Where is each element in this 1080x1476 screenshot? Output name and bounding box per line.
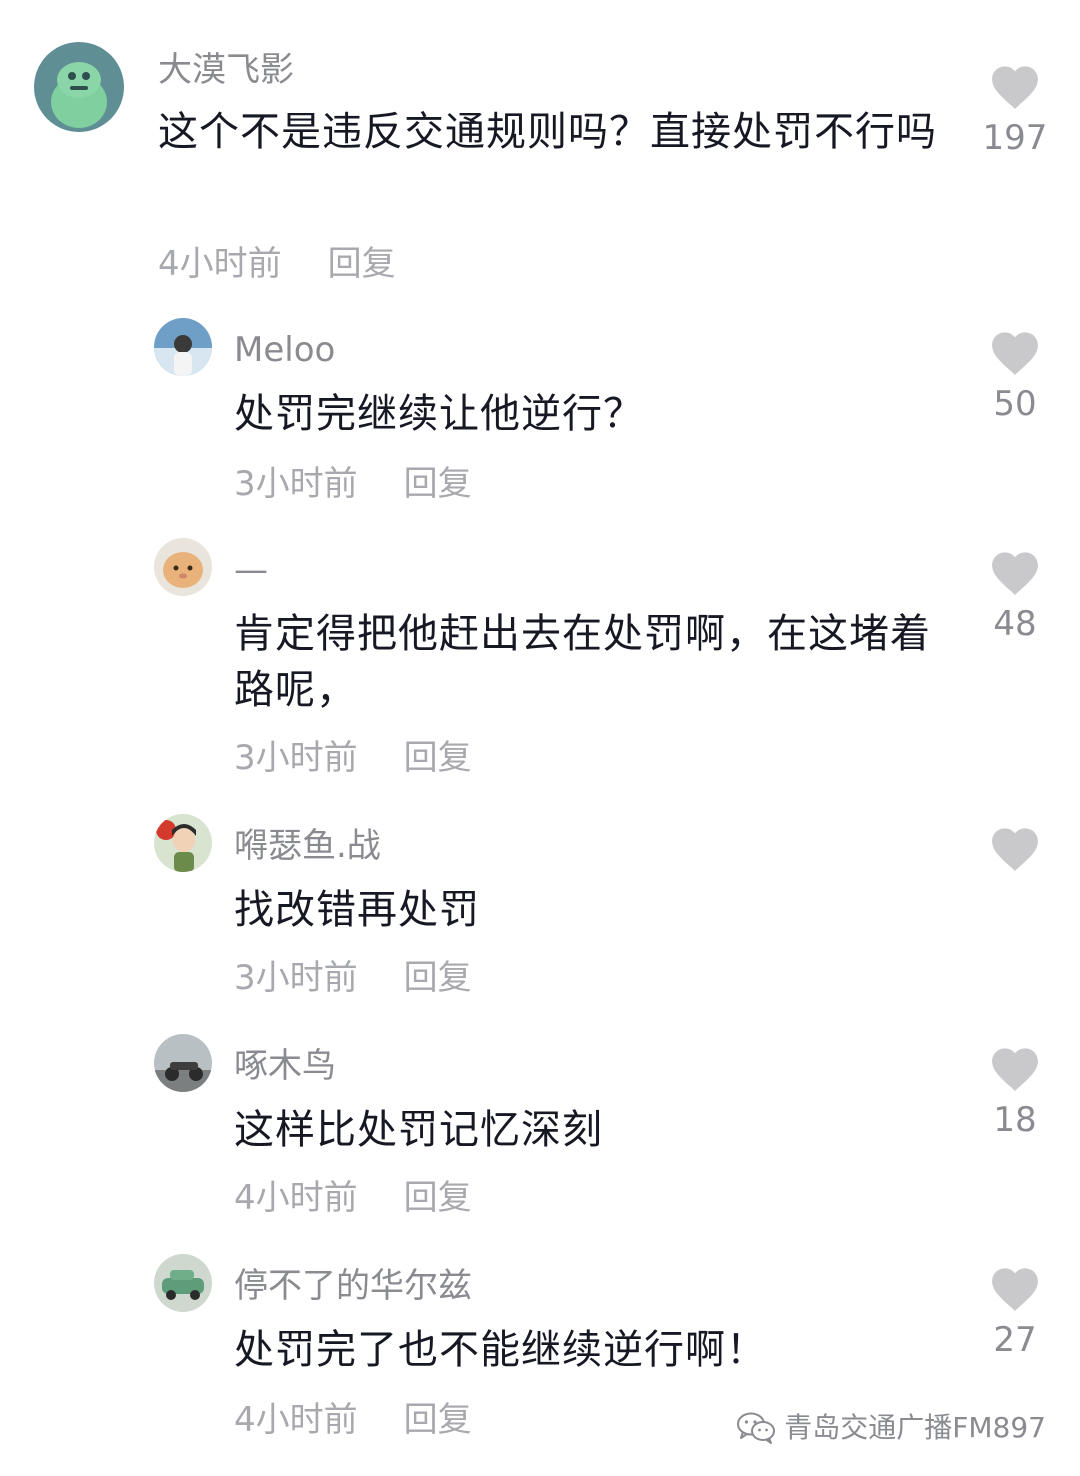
comment-meta: 4小时前 回复: [234, 1178, 472, 1218]
like-count: 27: [993, 1320, 1037, 1360]
username[interactable]: 停不了的华尔兹: [234, 1266, 472, 1306]
heart-icon: [992, 1048, 1038, 1091]
like-count: 48: [993, 604, 1037, 644]
username[interactable]: 大漠飞影: [158, 50, 294, 90]
avatar[interactable]: [154, 538, 212, 596]
comment-text: 处罚完了也不能继续逆行啊！: [234, 1327, 767, 1373]
watermark: 青岛交通广播FM897: [736, 1410, 1046, 1446]
timestamp: 3小时前: [234, 464, 358, 504]
reply-button[interactable]: 回复: [404, 1400, 472, 1440]
comment-meta: 4小时前 回复: [158, 244, 396, 284]
like-button[interactable]: [980, 824, 1050, 880]
avatar-image: [154, 1254, 212, 1312]
like-button[interactable]: 27: [980, 1264, 1050, 1360]
comment-text: 肯定得把他赶出去在处罚啊，在这堵着路呢，: [234, 611, 931, 713]
comment-meta: 3小时前 回复: [234, 738, 472, 778]
avatar[interactable]: [34, 42, 124, 132]
username[interactable]: 嘚瑟鱼.战: [234, 826, 381, 866]
avatar-image: [154, 318, 212, 376]
wechat-icon: [737, 1412, 776, 1444]
like-button[interactable]: 18: [980, 1044, 1050, 1140]
heart-icon: [992, 332, 1038, 375]
avatar-image: [34, 42, 124, 132]
timestamp: 4小时前: [234, 1400, 358, 1440]
comment-text: 这样比处罚记忆深刻: [234, 1107, 603, 1153]
reply-button[interactable]: 回复: [404, 464, 472, 504]
comment-text: 这个不是违反交通规则吗？直接处罚不行吗: [158, 109, 937, 155]
like-button[interactable]: 48: [980, 548, 1050, 644]
timestamp: 4小时前: [234, 1178, 358, 1218]
username[interactable]: 啄木鸟: [234, 1046, 336, 1086]
reply-button[interactable]: 回复: [404, 958, 472, 998]
avatar[interactable]: [154, 1254, 212, 1312]
avatar-image: [154, 538, 212, 596]
watermark-text: 青岛交通广播FM897: [784, 1411, 1046, 1444]
timestamp: 3小时前: [234, 738, 358, 778]
avatar[interactable]: [154, 318, 212, 376]
like-button[interactable]: 50: [980, 328, 1050, 424]
avatar[interactable]: [154, 1034, 212, 1092]
comment-meta: 3小时前 回复: [234, 464, 472, 504]
heart-icon: [992, 1268, 1038, 1311]
comment-text: 处罚完继续让他逆行？: [234, 391, 644, 437]
username[interactable]: —: [234, 550, 268, 590]
timestamp: 4小时前: [158, 244, 282, 284]
timestamp: 3小时前: [234, 958, 358, 998]
avatar[interactable]: [154, 814, 212, 872]
comment-text: 找改错再处罚: [234, 887, 480, 933]
comment-meta: 3小时前 回复: [234, 958, 472, 998]
reply-button[interactable]: 回复: [328, 244, 396, 284]
username[interactable]: Meloo: [234, 330, 335, 370]
reply-button[interactable]: 回复: [404, 738, 472, 778]
comment-meta: 4小时前 回复: [234, 1400, 472, 1440]
heart-icon: [992, 828, 1038, 871]
heart-icon: [992, 66, 1038, 109]
avatar-image: [154, 1034, 212, 1092]
reply-button[interactable]: 回复: [404, 1178, 472, 1218]
like-count: 18: [993, 1100, 1037, 1140]
like-button[interactable]: 197: [980, 62, 1050, 158]
heart-icon: [992, 552, 1038, 595]
like-count: 197: [982, 118, 1048, 158]
like-count: 50: [993, 384, 1037, 424]
avatar-image: [154, 814, 212, 872]
